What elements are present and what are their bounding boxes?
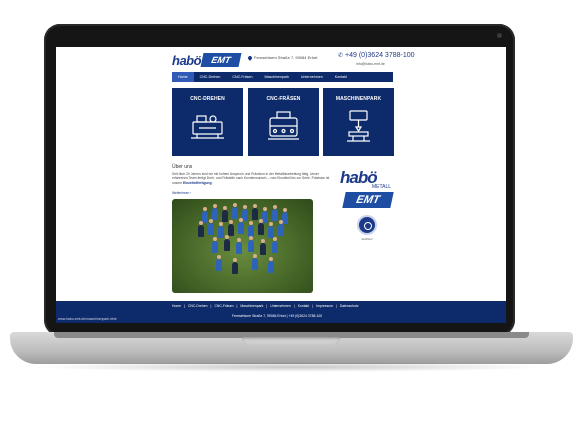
team-member: [216, 255, 222, 271]
footer-separator: |: [210, 304, 212, 308]
lathe-icon: [191, 115, 224, 139]
footer-link-home[interactable]: Home: [172, 304, 181, 308]
footer-link-cnc-fraesen[interactable]: CNC-Fräsen: [214, 304, 233, 308]
team-member: [272, 205, 278, 221]
footer-separator: |: [293, 304, 295, 308]
header-phone[interactable]: ✆ +49 (0)3624 3788-100: [338, 52, 415, 59]
read-more-link[interactable]: Weiterlesen ›: [172, 191, 191, 195]
team-member: [252, 254, 258, 270]
laptop-shadow: [30, 362, 553, 372]
sidebar-logo-metall: METALL: [372, 184, 392, 190]
nav-item-home[interactable]: Home: [172, 72, 194, 82]
team-member: [260, 239, 266, 255]
header-address: Fernsehturm Straße 7, 99084 Erfurt: [247, 55, 318, 61]
about-highlight: Einzelteilfertigung: [183, 180, 212, 185]
tile-maschinenpark[interactable]: MASCHINENPARK: [323, 88, 394, 156]
tile-cnc-drehen[interactable]: CNC-DREHEN: [172, 88, 243, 156]
team-member: [248, 236, 254, 252]
footer-link-unternehmen[interactable]: Unternehmen: [270, 304, 291, 308]
footer-links: Home | CNC-Drehen | CNC-Fräsen | Maschin…: [172, 304, 359, 308]
team-member: [212, 237, 218, 253]
logo-habo[interactable]: habö: [172, 53, 202, 68]
phone-text: +49 (0)3624 3788-100: [345, 52, 415, 59]
logo-emt[interactable]: EMT: [200, 53, 242, 67]
tile-title: MASCHINENPARK: [335, 96, 382, 102]
team-member: [278, 220, 284, 236]
sidebar-logo-emt: EMT: [342, 192, 394, 208]
footer-link-impressum[interactable]: Impressum: [316, 304, 333, 308]
status-bar-url: www.habo-emt.de/maschinenpark.html: [58, 317, 117, 321]
certification-seal-icon[interactable]: [357, 215, 377, 235]
nav-item-unternehmen[interactable]: Unternehmen: [295, 72, 329, 82]
team-member: [228, 220, 234, 236]
team-member: [208, 219, 214, 235]
team-member: [202, 207, 208, 223]
laptop-opening-notch: [242, 337, 340, 345]
footer-separator: |: [266, 304, 268, 308]
tile-title: CNC-DREHEN: [190, 96, 225, 102]
team-member: [272, 237, 278, 253]
nav-item-cnc-drehen[interactable]: CNC-Drehen: [194, 72, 227, 82]
nav-item-maschinenpark[interactable]: Maschinenpark: [259, 72, 295, 82]
about-title: Über uns: [172, 164, 193, 170]
map-pin-icon: [247, 55, 253, 61]
nav-item-cnc-fraesen[interactable]: CNC-Fräsen: [226, 72, 258, 82]
phone-icon: ✆: [338, 53, 344, 59]
address-text: Fernsehturm Straße 7, 99084 Erfurt: [254, 55, 318, 60]
team-member: [232, 258, 238, 274]
drill-press-icon: [347, 110, 370, 142]
header-email[interactable]: info@habo-emt.de: [356, 62, 385, 66]
team-member: [198, 221, 204, 237]
team-member: [218, 222, 224, 238]
footer-link-datenschutz[interactable]: Datenschutz: [340, 304, 359, 308]
about-text: Seit über 20 Jahren sind wir mit hohem A…: [172, 172, 330, 185]
milling-machine-icon: [268, 111, 299, 140]
team-member: [258, 219, 264, 235]
footer-separator: |: [312, 304, 314, 308]
main-nav: Home CNC-Drehen CNC-Fräsen Maschinenpark…: [172, 72, 393, 82]
seal-caption: Zertifiziert: [361, 238, 373, 241]
team-member: [212, 204, 218, 220]
nav-item-kontakt[interactable]: Kontakt: [329, 72, 353, 82]
tile-title: CNC-FRÄSEN: [266, 96, 301, 102]
footer-link-cnc-drehen[interactable]: CNC-Drehen: [188, 304, 208, 308]
team-member: [222, 206, 228, 222]
team-member: [268, 222, 274, 238]
team-member: [268, 257, 274, 273]
team-member: [232, 203, 238, 219]
team-member: [236, 238, 242, 254]
footer-separator: |: [335, 304, 337, 308]
footer-contact: Fernsehturm Straße 7, 99084 Erfurt | +49…: [232, 314, 323, 318]
team-member: [252, 204, 258, 220]
webcam-icon: [497, 33, 502, 38]
stage: habö EMT Fernsehturm Straße 7, 99084 Erf…: [0, 0, 583, 421]
footer-separator: |: [236, 304, 238, 308]
tile-cnc-fraesen[interactable]: CNC-FRÄSEN: [248, 88, 319, 156]
team-member: [238, 218, 244, 234]
footer-link-kontakt[interactable]: Kontakt: [298, 304, 310, 308]
team-member: [224, 235, 230, 251]
site-footer: Home | CNC-Drehen | CNC-Fräsen | Maschin…: [56, 301, 506, 323]
website-screen: habö EMT Fernsehturm Straße 7, 99084 Erf…: [56, 47, 506, 323]
footer-separator: |: [184, 304, 185, 308]
footer-link-maschinenpark[interactable]: Maschinenpark: [240, 304, 263, 308]
team-photo: [172, 199, 313, 293]
